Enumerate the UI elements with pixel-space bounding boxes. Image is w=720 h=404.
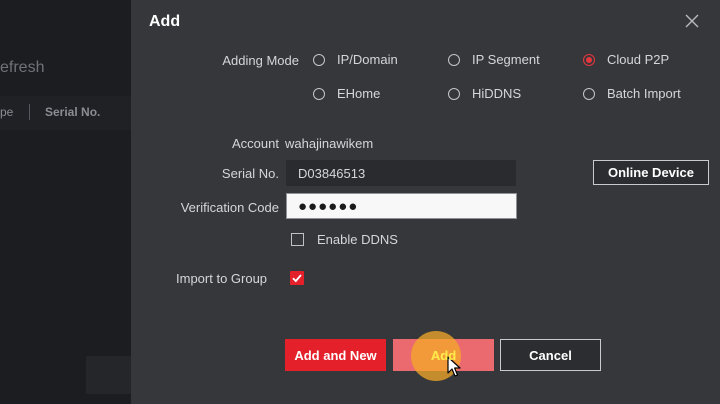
radio-ehome[interactable]: EHome [313,86,380,101]
checkbox-box [291,233,304,246]
radio-dot [313,53,325,66]
column-header-type: pe [0,105,14,119]
online-device-label: Online Device [608,165,694,180]
radio-dot-selected [583,53,595,66]
column-header-serial: Serial No. [45,105,101,119]
radio-label: Cloud P2P [607,52,670,67]
radio-dot [448,53,460,66]
radio-ip-segment[interactable]: IP Segment [448,52,540,67]
serial-input[interactable]: D03846513 [286,160,516,186]
radio-dot [448,87,460,100]
account-label: Account [232,136,279,151]
enable-ddns-label: Enable DDNS [317,232,398,247]
radio-label: IP/Domain [337,52,398,67]
radio-label: HiDDNS [472,86,522,101]
radio-dot [583,87,595,100]
verification-input[interactable]: ●●●●●● [286,193,517,219]
close-button[interactable] [682,11,702,31]
enable-ddns-checkbox[interactable]: Enable DDNS [291,232,398,247]
verification-value: ●●●●●● [298,197,359,215]
radio-dot [313,87,325,100]
close-icon [685,14,699,28]
account-value: wahajinawikem [285,136,374,151]
background-panel [86,356,132,394]
radio-ip-domain[interactable]: IP/Domain [313,52,398,67]
radio-batch-import[interactable]: Batch Import [583,86,681,101]
radio-label: Batch Import [607,86,681,101]
online-device-button[interactable]: Online Device [593,160,709,185]
checkmark-icon [292,274,302,283]
verification-label: Verification Code [180,200,279,215]
radio-cloud-p2p[interactable]: Cloud P2P [583,52,669,67]
add-and-new-label: Add and New [294,347,377,363]
cancel-label: Cancel [529,347,572,363]
radio-label: IP Segment [472,52,540,67]
column-divider [29,104,30,120]
import-group-label: Import to Group [176,271,268,286]
import-group-checkbox[interactable] [290,271,304,285]
add-label: Add [430,347,457,363]
background-app: efresh pe Serial No. [0,0,132,404]
radio-hiddns[interactable]: HiDDNS [448,86,521,101]
adding-mode-label: Adding Mode [222,53,299,68]
serial-label: Serial No. [221,166,279,181]
refresh-button: efresh [0,59,45,76]
dialog-title: Add [149,13,181,30]
serial-value: D03846513 [298,165,366,181]
cancel-button[interactable]: Cancel [500,339,601,371]
radio-label: EHome [337,86,381,101]
add-and-new-button[interactable]: Add and New [285,339,386,371]
